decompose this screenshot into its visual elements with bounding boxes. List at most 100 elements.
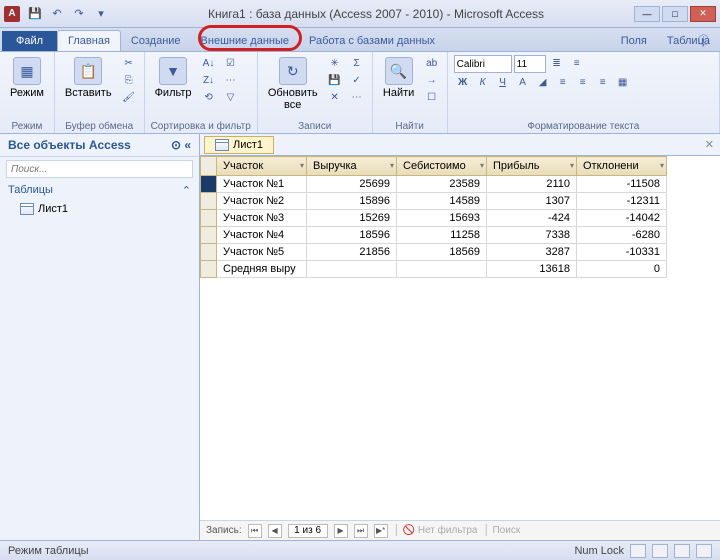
tab-home[interactable]: Главная bbox=[57, 30, 121, 51]
cell[interactable]: 11258 bbox=[397, 227, 487, 244]
maximize-button[interactable]: □ bbox=[662, 6, 688, 22]
cell[interactable]: -424 bbox=[487, 210, 577, 227]
font-color-icon[interactable]: A bbox=[514, 74, 532, 90]
cell[interactable]: -12311 bbox=[577, 193, 667, 210]
column-header-2[interactable]: Себистоимо▾ bbox=[397, 157, 487, 176]
tab-external-data[interactable]: Внешние данные bbox=[191, 31, 299, 51]
clear-sort-icon[interactable]: ⟲ bbox=[200, 89, 218, 105]
cell[interactable]: 0 bbox=[577, 261, 667, 278]
bold-icon[interactable]: Ж bbox=[454, 74, 472, 90]
undo-icon[interactable]: ↶ bbox=[48, 5, 66, 23]
cell[interactable]: 15896 bbox=[307, 193, 397, 210]
goto-icon[interactable]: → bbox=[423, 72, 441, 88]
sort-asc-icon[interactable]: A↓ bbox=[200, 55, 218, 71]
delete-record-icon[interactable]: ✕ bbox=[326, 89, 344, 105]
table-row[interactable]: Участок №31526915693-424-14042 bbox=[201, 210, 667, 227]
italic-icon[interactable]: К bbox=[474, 74, 492, 90]
row-header[interactable] bbox=[201, 261, 217, 278]
selection-icon[interactable]: ☑ bbox=[222, 55, 240, 71]
replace-icon[interactable]: ab bbox=[423, 55, 441, 71]
cell[interactable]: 23589 bbox=[397, 176, 487, 193]
record-position-input[interactable] bbox=[288, 524, 328, 538]
cell[interactable]: 1307 bbox=[487, 193, 577, 210]
select-icon[interactable]: ☐ bbox=[423, 89, 441, 105]
numbering-icon[interactable]: ≡ bbox=[568, 55, 586, 71]
cell[interactable]: -11508 bbox=[577, 176, 667, 193]
new-record-icon[interactable]: ✳ bbox=[326, 55, 344, 71]
paste-button[interactable]: 📋Вставить bbox=[61, 55, 116, 120]
first-record-button[interactable]: ⏮ bbox=[248, 524, 262, 538]
new-record-button[interactable]: ▶* bbox=[374, 524, 388, 538]
chevron-down-icon[interactable]: ⊙ « bbox=[171, 138, 191, 152]
minimize-button[interactable]: — bbox=[634, 6, 660, 22]
cell[interactable]: Участок №3 bbox=[217, 210, 307, 227]
sort-desc-icon[interactable]: Z↓ bbox=[200, 72, 218, 88]
nav-search-input[interactable] bbox=[6, 160, 193, 178]
last-record-button[interactable]: ⏭ bbox=[354, 524, 368, 538]
datasheet-view-button[interactable] bbox=[630, 544, 646, 558]
row-header[interactable] bbox=[201, 176, 217, 193]
table-row[interactable]: Участок №215896145891307-12311 bbox=[201, 193, 667, 210]
design-view-button[interactable] bbox=[696, 544, 712, 558]
filter-button[interactable]: ▼Фильтр bbox=[151, 55, 196, 120]
object-tab-sheet1[interactable]: Лист1 bbox=[204, 136, 274, 154]
align-left-icon[interactable]: ≡ bbox=[554, 74, 572, 90]
find-button[interactable]: 🔍Найти bbox=[379, 55, 419, 120]
cell[interactable]: 25699 bbox=[307, 176, 397, 193]
gridlines-icon[interactable]: ▦ bbox=[614, 74, 632, 90]
view-mode-button[interactable]: ▦Режим bbox=[6, 55, 48, 120]
datasheet-grid[interactable]: Участок▾Выручка▾Себистоимо▾Прибыль▾Откло… bbox=[200, 156, 720, 520]
column-header-0[interactable]: Участок▾ bbox=[217, 157, 307, 176]
cell[interactable]: 3287 bbox=[487, 244, 577, 261]
cell[interactable]: Участок №2 bbox=[217, 193, 307, 210]
pivot-view-button[interactable] bbox=[652, 544, 668, 558]
table-row[interactable]: Участок №418596112587338-6280 bbox=[201, 227, 667, 244]
save-icon[interactable]: 💾 bbox=[26, 5, 44, 23]
cell[interactable]: 14589 bbox=[397, 193, 487, 210]
more-icon[interactable]: ⋯ bbox=[348, 89, 366, 105]
table-row[interactable]: Средняя выру 136180 bbox=[201, 261, 667, 278]
cell[interactable]: -14042 bbox=[577, 210, 667, 227]
spelling-icon[interactable]: ✓ bbox=[348, 72, 366, 88]
cell[interactable]: 2110 bbox=[487, 176, 577, 193]
cell[interactable] bbox=[307, 261, 397, 278]
cell[interactable]: 7338 bbox=[487, 227, 577, 244]
cell[interactable]: 15269 bbox=[307, 210, 397, 227]
qat-dropdown-icon[interactable]: ▾ bbox=[92, 5, 110, 23]
cell[interactable]: 15693 bbox=[397, 210, 487, 227]
cell[interactable]: -6280 bbox=[577, 227, 667, 244]
cell[interactable]: -10331 bbox=[577, 244, 667, 261]
redo-icon[interactable]: ↷ bbox=[70, 5, 88, 23]
help-icon[interactable]: ⓘ bbox=[698, 32, 714, 48]
toggle-filter-icon[interactable]: ▽ bbox=[222, 89, 240, 105]
table-row[interactable]: Участок №125699235892110-11508 bbox=[201, 176, 667, 193]
file-tab[interactable]: Файл bbox=[2, 31, 57, 51]
underline-icon[interactable]: Ч bbox=[494, 74, 512, 90]
nav-item-sheet1[interactable]: Лист1 bbox=[0, 200, 199, 218]
totals-icon[interactable]: Σ bbox=[348, 55, 366, 71]
align-center-icon[interactable]: ≡ bbox=[574, 74, 592, 90]
copy-icon[interactable]: ⎘ bbox=[120, 72, 138, 88]
next-record-button[interactable]: ▶ bbox=[334, 524, 348, 538]
nav-pane-header[interactable]: Все объекты Access⊙ « bbox=[0, 134, 199, 157]
row-header[interactable] bbox=[201, 227, 217, 244]
tab-create[interactable]: Создание bbox=[121, 31, 191, 51]
cell[interactable]: 21856 bbox=[307, 244, 397, 261]
close-button[interactable]: ✕ bbox=[690, 6, 716, 22]
chart-view-button[interactable] bbox=[674, 544, 690, 558]
format-painter-icon[interactable]: 🖌 bbox=[120, 89, 138, 105]
font-size-select[interactable] bbox=[514, 55, 546, 73]
cell[interactable]: Средняя выру bbox=[217, 261, 307, 278]
cell[interactable]: 18569 bbox=[397, 244, 487, 261]
cell[interactable]: 13618 bbox=[487, 261, 577, 278]
row-header[interactable] bbox=[201, 244, 217, 261]
bullets-icon[interactable]: ≣ bbox=[548, 55, 566, 71]
table-row[interactable]: Участок №521856185693287-10331 bbox=[201, 244, 667, 261]
cell[interactable]: Участок №4 bbox=[217, 227, 307, 244]
nav-section-tables[interactable]: Таблицы⌃ bbox=[0, 181, 199, 200]
cell[interactable]: Участок №1 bbox=[217, 176, 307, 193]
row-header[interactable] bbox=[201, 210, 217, 227]
column-header-3[interactable]: Прибыль▾ bbox=[487, 157, 577, 176]
save-record-icon[interactable]: 💾 bbox=[326, 72, 344, 88]
prev-record-button[interactable]: ◀ bbox=[268, 524, 282, 538]
